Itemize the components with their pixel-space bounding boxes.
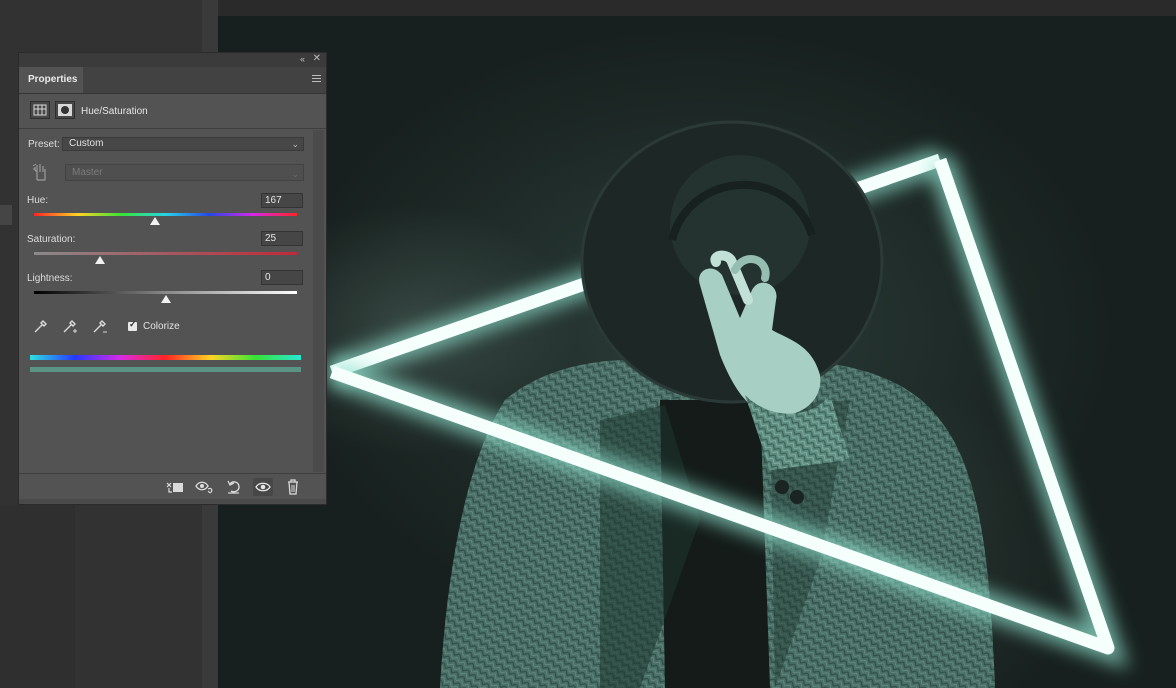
clip-to-layer-icon[interactable] (165, 478, 185, 496)
hue-input[interactable]: 167 (261, 193, 303, 208)
panel-menu-icon[interactable] (312, 75, 321, 84)
panel-scrollbar[interactable] (313, 130, 324, 472)
saturation-label: Saturation: (27, 234, 76, 245)
saturation-slider-thumb[interactable] (94, 256, 105, 264)
adjustment-layer-icon[interactable] (30, 101, 50, 119)
dock-collapse-tab[interactable] (0, 205, 12, 225)
panel-bottom-edge (19, 499, 326, 504)
reset-icon[interactable] (224, 478, 244, 496)
properties-panel: ‹‹ ✕ Properties Hue/Saturation Preset: C… (18, 52, 327, 505)
colorize-label: Colorize (143, 321, 180, 332)
hue-label: Hue: (27, 195, 49, 206)
hue-spectrum-bar (30, 355, 301, 360)
lightness-label: Lightness: (27, 273, 73, 284)
lightness-input[interactable]: 0 (261, 270, 303, 285)
preset-value: Custom (69, 138, 104, 149)
panel-title-bar[interactable]: ‹‹ ✕ (19, 53, 326, 67)
lightness-slider-thumb[interactable] (160, 295, 171, 303)
double-chevron-left-icon[interactable]: ‹‹ (300, 54, 305, 64)
channel-value: Master (72, 167, 103, 178)
colorize-checkbox[interactable]: ✓ (128, 319, 137, 331)
visibility-eye-icon[interactable] (253, 478, 273, 496)
hue-slider-thumb[interactable] (149, 217, 160, 225)
trash-icon[interactable] (283, 478, 303, 496)
panel-tab-row: Properties (19, 67, 326, 94)
colorized-result-bar (30, 367, 301, 372)
checkmark-icon: ✓ (129, 319, 137, 329)
targeted-adjustment-hand-icon[interactable] (32, 163, 48, 181)
view-previous-state-icon[interactable] (195, 478, 215, 496)
chevron-down-icon: ⌄ (291, 169, 299, 179)
lightness-track[interactable] (34, 291, 297, 294)
preset-dropdown[interactable]: Custom ⌄ (62, 137, 304, 151)
tab-properties[interactable]: Properties (19, 67, 83, 93)
saturation-input[interactable]: 25 (261, 231, 303, 246)
hue-track[interactable] (34, 213, 297, 216)
close-icon[interactable]: ✕ (313, 53, 321, 64)
saturation-track[interactable] (34, 252, 297, 255)
preset-label: Preset: (28, 139, 60, 150)
chevron-down-icon: ⌄ (291, 139, 299, 149)
canvas-left-edge (0, 505, 75, 688)
layer-mask-icon[interactable] (55, 101, 75, 119)
panel-footer (19, 473, 326, 500)
eyedropper-add-icon[interactable] (62, 317, 78, 335)
eyedropper-subtract-icon[interactable] (92, 317, 108, 335)
eyedropper-icon[interactable] (33, 317, 49, 335)
adjustment-header: Hue/Saturation (19, 94, 326, 129)
channel-dropdown[interactable]: Master ⌄ (65, 164, 304, 181)
adjustment-title: Hue/Saturation (81, 106, 148, 117)
